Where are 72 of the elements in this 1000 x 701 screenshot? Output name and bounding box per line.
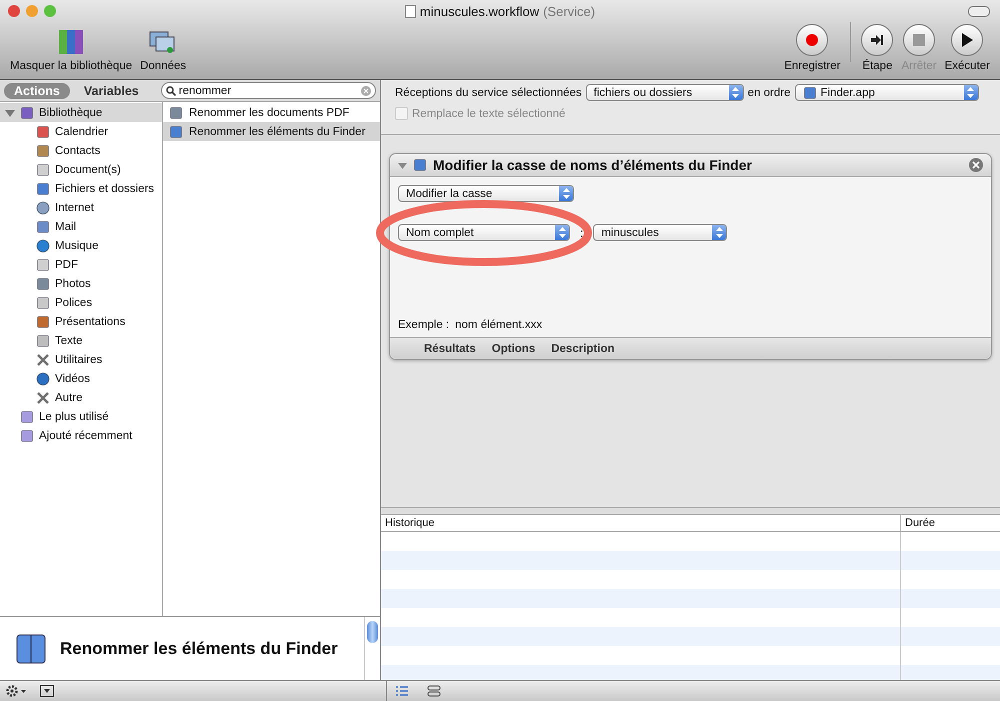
clear-icon[interactable] bbox=[361, 86, 371, 96]
close-icon[interactable] bbox=[969, 158, 983, 172]
separator-label: : bbox=[580, 226, 584, 240]
example-value: nom élément.xxx bbox=[455, 319, 542, 331]
checkbox-label: Remplace le texte sélectionné bbox=[412, 108, 566, 120]
mode-popup[interactable]: Modifier la casse bbox=[398, 185, 574, 202]
window-title: minuscules.workflow bbox=[420, 4, 540, 18]
tab[interactable]: Variables bbox=[74, 82, 149, 98]
toolbar-button[interactable]: Exécuter bbox=[940, 24, 994, 72]
record-icon bbox=[796, 24, 828, 56]
toolbar-toggle-button[interactable] bbox=[968, 6, 990, 17]
action-tab[interactable]: Description bbox=[545, 342, 620, 354]
books-icon bbox=[57, 28, 86, 56]
search-field[interactable]: renommer bbox=[160, 82, 376, 99]
library-item[interactable]: Contacts bbox=[0, 141, 162, 160]
action-title: Modifier la casse de noms d’éléments du Finder bbox=[433, 157, 753, 173]
search-icon bbox=[166, 86, 176, 96]
scroll-thumb[interactable] bbox=[367, 621, 378, 643]
column-header[interactable]: Durée bbox=[901, 515, 1000, 531]
stepper-icon bbox=[728, 85, 743, 100]
disclosure-icon[interactable] bbox=[5, 108, 15, 118]
app-popup[interactable]: Finder.app bbox=[794, 84, 979, 101]
library-item[interactable]: Bibliothèque bbox=[0, 103, 162, 122]
library-item[interactable]: Utilitaires bbox=[0, 350, 162, 369]
library-item[interactable]: Texte bbox=[0, 331, 162, 350]
library-item[interactable]: Musique bbox=[0, 236, 162, 255]
library-item[interactable]: PDF bbox=[0, 255, 162, 274]
action-tab[interactable]: Résultats bbox=[418, 342, 482, 354]
library-item[interactable]: Fichiers et dossiers bbox=[0, 179, 162, 198]
library-item[interactable]: Présentations bbox=[0, 312, 162, 331]
stepper-icon bbox=[559, 186, 573, 201]
library-item[interactable]: Le plus utilisé bbox=[0, 407, 162, 426]
action-tab[interactable]: Options bbox=[486, 342, 542, 354]
stepper-icon bbox=[712, 225, 726, 240]
library-item[interactable]: Polices bbox=[0, 293, 162, 312]
action-item[interactable]: Renommer les documents PDF bbox=[163, 103, 380, 122]
toolbar-button[interactable]: Masquer la bibliothèque bbox=[6, 28, 136, 72]
order-label: en ordre bbox=[748, 86, 791, 98]
stepper-icon bbox=[964, 85, 978, 100]
stop-icon bbox=[903, 24, 936, 56]
column-view-icon[interactable] bbox=[427, 685, 441, 697]
library-item[interactable]: Calendrier bbox=[0, 122, 162, 141]
window-subtitle: (Service) bbox=[543, 4, 596, 18]
minimize-button[interactable] bbox=[26, 5, 38, 17]
receives-label: Réceptions du service sélectionnées bbox=[395, 86, 582, 98]
input-popup[interactable]: fichiers ou dossiers bbox=[586, 84, 744, 101]
library-item[interactable]: Mail bbox=[0, 217, 162, 236]
description-title: Renommer les éléments du Finder bbox=[60, 638, 339, 660]
scope-popup[interactable]: Nom complet bbox=[398, 224, 570, 241]
library-item[interactable]: Internet bbox=[0, 198, 162, 217]
gear-icon[interactable] bbox=[6, 685, 28, 697]
library-item[interactable]: Document(s) bbox=[0, 160, 162, 179]
list-view-icon[interactable] bbox=[395, 685, 409, 697]
disclosure-icon[interactable] bbox=[398, 160, 407, 170]
close-button[interactable] bbox=[8, 5, 20, 17]
example-label: Exemple : bbox=[398, 319, 450, 331]
zoom-button[interactable] bbox=[44, 5, 56, 17]
play-icon bbox=[951, 24, 984, 56]
library-item[interactable]: Vidéos bbox=[0, 369, 162, 388]
action-item[interactable]: Renommer les éléments du Finder bbox=[163, 122, 380, 141]
library-item[interactable]: Autre bbox=[0, 388, 162, 407]
stepper-icon bbox=[555, 225, 569, 240]
toolbar-button[interactable]: Données bbox=[136, 28, 190, 72]
case-popup[interactable]: minuscules bbox=[593, 224, 728, 241]
library-item[interactable]: Photos bbox=[0, 274, 162, 293]
panel-icon[interactable] bbox=[40, 685, 54, 697]
toolbar-button[interactable]: Étape bbox=[857, 24, 898, 72]
toolbar-button[interactable]: Enregistrer bbox=[780, 24, 844, 72]
step-icon bbox=[861, 24, 894, 56]
column-header[interactable]: Historique bbox=[381, 515, 901, 531]
splitter-bar[interactable] bbox=[381, 507, 1000, 515]
library-item[interactable]: Ajouté récemment bbox=[0, 426, 162, 445]
